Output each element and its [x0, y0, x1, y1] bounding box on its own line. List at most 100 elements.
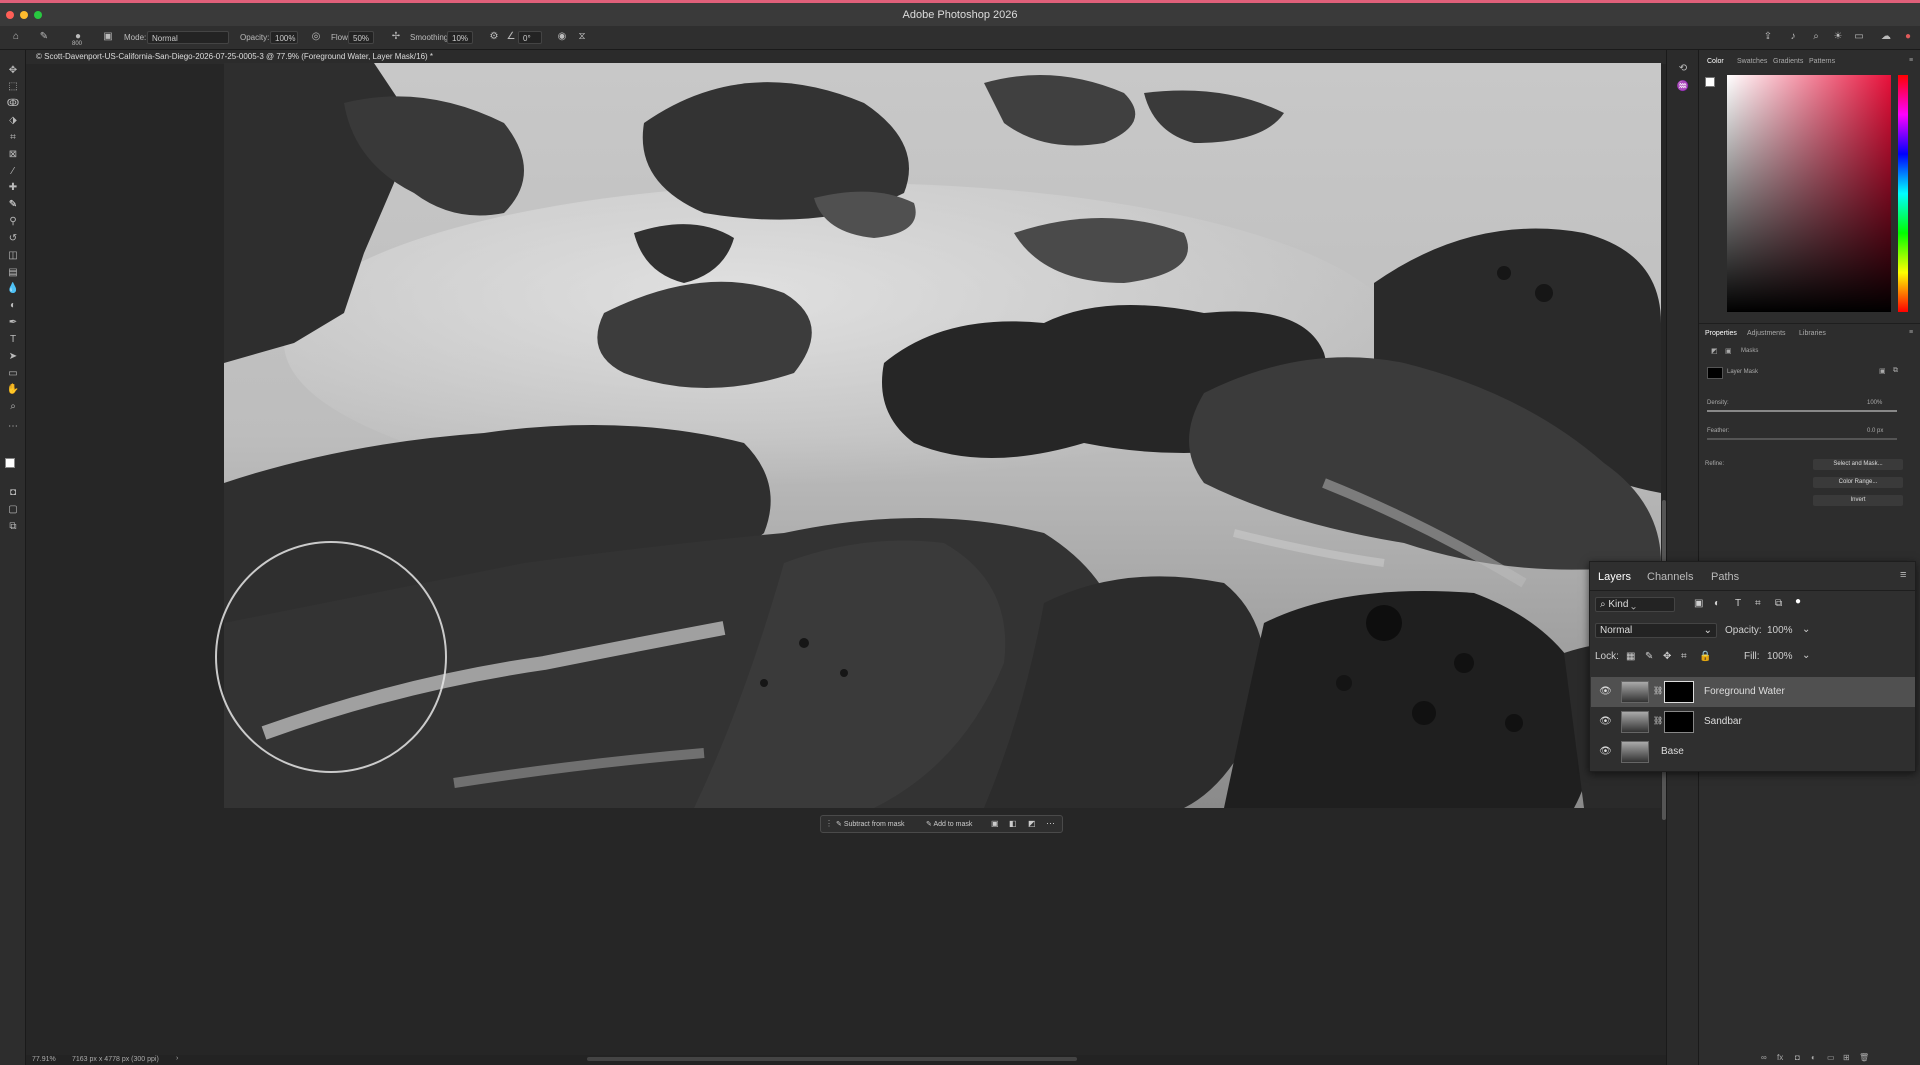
visibility-eye-icon[interactable]: 👁 [1599, 715, 1612, 728]
feather-value[interactable]: 0.0 px [1867, 428, 1883, 434]
hue-slider[interactable] [1898, 75, 1908, 312]
layer-filter-select[interactable]: ⌕ Kind ⌄ [1595, 597, 1675, 612]
tab-layers[interactable]: Layers [1598, 571, 1631, 583]
document-info[interactable]: 7163 px x 4778 px (300 ppi) [72, 1056, 159, 1063]
frame-tool-icon[interactable]: ⊠ [6, 148, 20, 162]
history-icon[interactable]: ⟲ [1676, 62, 1690, 76]
layer-name[interactable]: Sandbar [1704, 716, 1742, 727]
brush-tool-icon[interactable]: ✎ [6, 198, 20, 212]
filter-pixel-icon[interactable]: ▣ [1694, 598, 1703, 609]
subtract-from-mask-button[interactable]: ✎ Subtract from mask [836, 820, 905, 828]
zoom-tool-icon[interactable]: ⌕ [6, 400, 20, 414]
mask-view-icon[interactable]: ◩ [1028, 819, 1036, 828]
blur-tool-icon[interactable]: 💧 [6, 282, 20, 296]
apply-mask-icon[interactable]: ▣ [1879, 367, 1886, 375]
gradient-tool-icon[interactable]: ▤ [6, 266, 20, 280]
smoothing-input[interactable]: 10% [447, 31, 473, 44]
lock-pixels-icon[interactable]: ✎ [1645, 651, 1653, 662]
eyedropper-tool-icon[interactable]: ⁄ [6, 165, 20, 179]
tab-libraries[interactable]: Libraries [1799, 330, 1826, 337]
chevron-right-icon[interactable]: › [176, 1055, 178, 1062]
tab-channels[interactable]: Channels [1647, 571, 1693, 583]
foreground-color-swatch[interactable] [5, 458, 15, 468]
move-tool-icon[interactable]: ✥ [6, 64, 20, 78]
layer-row[interactable]: 👁 ⛓ Foreground Water [1591, 677, 1915, 707]
fx-icon[interactable]: fx [1777, 1053, 1783, 1062]
document-tab[interactable]: © Scott-Davenport-US-California-San-Dieg… [26, 50, 1666, 64]
edit-toolbar-icon[interactable]: ⧉ [6, 520, 20, 534]
search-icon[interactable]: ⌕ [1810, 31, 1822, 43]
lasso-tool-icon[interactable]: ↂ [6, 97, 20, 111]
add-mask-icon[interactable]: ◘ [1795, 1053, 1800, 1062]
new-layer-icon[interactable]: ⊞ [1843, 1053, 1850, 1062]
visibility-eye-icon[interactable]: 👁 [1599, 685, 1612, 698]
tab-swatches[interactable]: Swatches [1737, 58, 1767, 65]
horizontal-scrollbar[interactable] [587, 1057, 1077, 1061]
brush-settings-icon[interactable]: ▣ [102, 31, 114, 43]
brush-settings-panel-icon[interactable]: ♒ [1676, 80, 1690, 94]
visibility-eye-icon[interactable]: 👁 [1599, 745, 1612, 758]
healing-tool-icon[interactable]: ✚ [6, 181, 20, 195]
pen-tool-icon[interactable]: ✒ [6, 316, 20, 330]
angle-icon[interactable]: ∠ [505, 31, 517, 43]
workspace-icon[interactable]: ▭ [1853, 31, 1865, 43]
layer-row[interactable]: 👁 Base [1591, 737, 1915, 767]
more-tools-icon[interactable]: ⋯ [6, 420, 20, 434]
history-brush-tool-icon[interactable]: ↺ [6, 232, 20, 246]
opacity-input[interactable]: 100% [270, 31, 298, 44]
blend-mode-select[interactable]: Normal ⌄ [1595, 623, 1717, 638]
tab-paths[interactable]: Paths [1711, 571, 1739, 583]
lock-transparent-icon[interactable]: ▦ [1626, 651, 1635, 662]
object-select-tool-icon[interactable]: ⬗ [6, 114, 20, 128]
layers-menu-icon[interactable]: ≡ [1900, 569, 1906, 581]
tab-properties[interactable]: Properties [1705, 330, 1737, 337]
disable-mask-icon[interactable]: ⧉ [1893, 367, 1898, 375]
lock-artboard-icon[interactable]: ⌗ [1681, 651, 1687, 662]
clone-stamp-tool-icon[interactable]: ⚲ [6, 215, 20, 229]
type-tool-icon[interactable]: T [6, 333, 20, 347]
crop-tool-icon[interactable]: ⌗ [6, 131, 20, 145]
fill-value[interactable]: 100% [1767, 651, 1793, 662]
angle-input[interactable]: 0° [518, 31, 542, 44]
select-and-mask-button[interactable]: Select and Mask... [1813, 459, 1903, 470]
density-slider[interactable] [1707, 410, 1897, 412]
color-fg-swatch[interactable] [1705, 77, 1715, 87]
tab-gradients[interactable]: Gradients [1773, 58, 1803, 65]
invert-button[interactable]: Invert [1813, 495, 1903, 506]
tab-patterns[interactable]: Patterns [1809, 58, 1835, 65]
layer-name[interactable]: Base [1661, 746, 1684, 757]
bell-icon[interactable]: ♪ [1787, 31, 1799, 43]
tab-adjustments[interactable]: Adjustments [1747, 330, 1786, 337]
more-options-icon[interactable]: ⋯ [1046, 818, 1055, 829]
path-select-tool-icon[interactable]: ➤ [6, 350, 20, 364]
layer-opacity-value[interactable]: 100% [1767, 625, 1793, 636]
panel-menu-icon[interactable]: ≡ [1909, 57, 1913, 64]
airbrush-icon[interactable]: ✢ [390, 31, 402, 43]
discover-icon[interactable]: ☀ [1832, 31, 1844, 43]
dodge-tool-icon[interactable]: ◐ [6, 299, 20, 313]
invert-mask-icon[interactable]: ◧ [1009, 819, 1017, 828]
flow-input[interactable]: 50% [348, 31, 374, 44]
drag-handle-icon[interactable]: ⋮ [825, 819, 833, 828]
layer-name[interactable]: Foreground Water [1704, 686, 1785, 697]
mask-options-icon[interactable]: ▣ [991, 819, 999, 828]
layer-mask-thumbnail[interactable] [1664, 711, 1694, 733]
avatar[interactable]: ● [1902, 31, 1914, 43]
color-range-button[interactable]: Color Range... [1813, 477, 1903, 488]
shape-tool-icon[interactable]: ▭ [6, 367, 20, 381]
adjustment-layer-icon[interactable]: ◐ [1811, 1053, 1816, 1062]
home-icon[interactable]: ⌂ [10, 31, 22, 43]
mode-select[interactable]: Normal [147, 31, 229, 44]
screen-mode-icon[interactable]: ▢ [6, 503, 20, 517]
link-icon[interactable]: ∞ [1761, 1053, 1767, 1062]
mask-link-icon[interactable]: ⛓ [1653, 686, 1663, 695]
pressure-size-icon[interactable]: ◉ [556, 31, 568, 43]
symmetry-icon[interactable]: ⧖ [576, 31, 588, 43]
color-picker-field[interactable] [1727, 75, 1891, 312]
eraser-tool-icon[interactable]: ◫ [6, 249, 20, 263]
gear-icon[interactable]: ⚙ [488, 31, 500, 43]
add-to-mask-button[interactable]: ✎ Add to mask [926, 820, 972, 828]
hand-tool-icon[interactable]: ✋ [6, 383, 20, 397]
filter-adjustment-icon[interactable]: ◐ [1714, 598, 1720, 609]
filter-shape-icon[interactable]: ⌗ [1755, 598, 1761, 609]
